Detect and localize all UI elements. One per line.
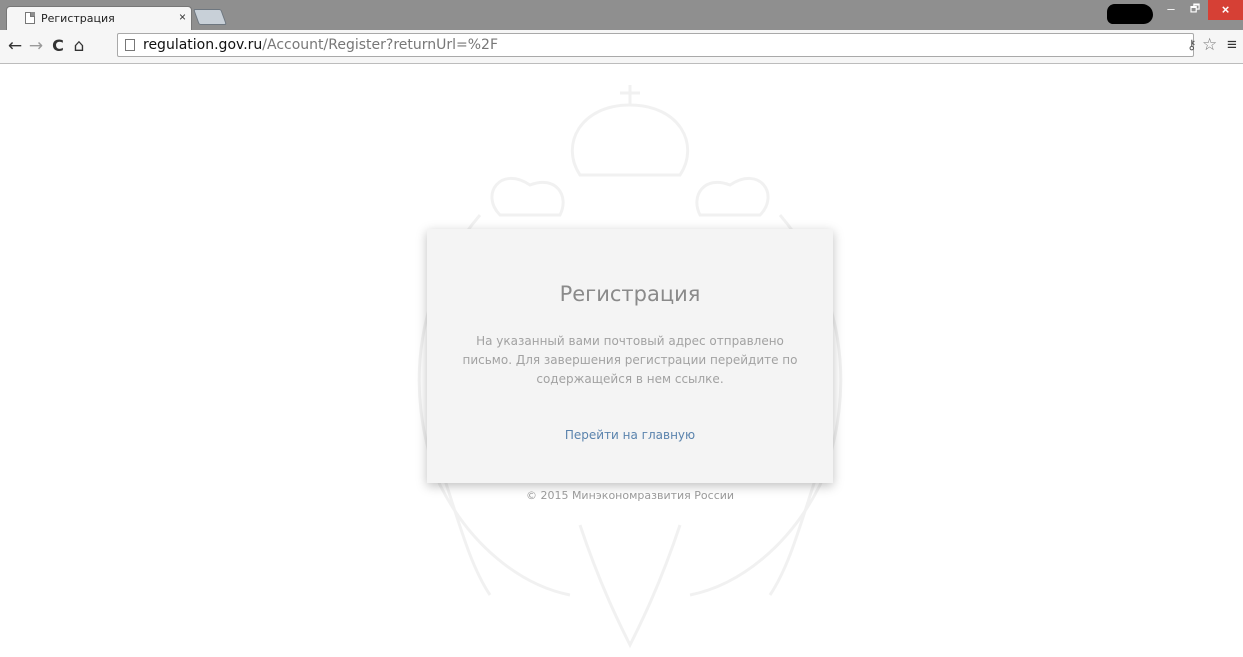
address-bar[interactable]: regulation.gov.ru/Account/Register?retur… — [117, 33, 1194, 57]
browser-toolbar: ← → C ⌂ regulation.gov.ru/Account/Regist… — [0, 30, 1243, 64]
tab-strip: Регистрация × – 🗗 × — [0, 0, 1243, 30]
key-icon[interactable]: ⚷ — [1187, 37, 1197, 53]
url-text[interactable]: regulation.gov.ru/Account/Register?retur… — [143, 37, 498, 53]
registration-card: Регистрация На указанный вами почтовый а… — [427, 229, 833, 483]
tab-title: Регистрация — [41, 12, 115, 25]
page-icon — [125, 39, 135, 51]
card-title: Регистрация — [559, 282, 701, 306]
page-icon — [25, 12, 35, 24]
page-content: Регистрация На указанный вами почтовый а… — [0, 65, 1243, 657]
menu-icon[interactable]: ≡ — [1227, 35, 1237, 55]
minimize-button[interactable]: – — [1160, 0, 1182, 20]
confirmation-message: На указанный вами почтовый адрес отправл… — [462, 334, 798, 386]
reload-icon[interactable]: C — [49, 37, 67, 55]
new-tab-button[interactable] — [193, 9, 227, 25]
close-window-button[interactable]: × — [1208, 0, 1243, 20]
bookmark-star-icon[interactable]: ☆ — [1202, 35, 1217, 55]
tab-close-icon[interactable]: × — [179, 10, 186, 24]
go-home-link[interactable]: Перейти на главную — [427, 428, 833, 442]
url-host: regulation.gov.ru — [143, 37, 263, 53]
profile-avatar[interactable] — [1107, 4, 1153, 24]
restore-button[interactable]: 🗗 — [1184, 0, 1206, 20]
forward-arrow-icon[interactable]: → — [27, 37, 45, 55]
back-arrow-icon[interactable]: ← — [6, 37, 24, 55]
url-path: /Account/Register?returnUrl=%2F — [262, 37, 499, 53]
tab-registration[interactable]: Регистрация × — [6, 6, 192, 30]
copyright-footer: © 2015 Минэкономразвития России — [525, 489, 735, 502]
browser-window: Регистрация × – 🗗 × ← → C ⌂ regulation.g… — [0, 0, 1243, 657]
home-icon[interactable]: ⌂ — [70, 37, 88, 55]
